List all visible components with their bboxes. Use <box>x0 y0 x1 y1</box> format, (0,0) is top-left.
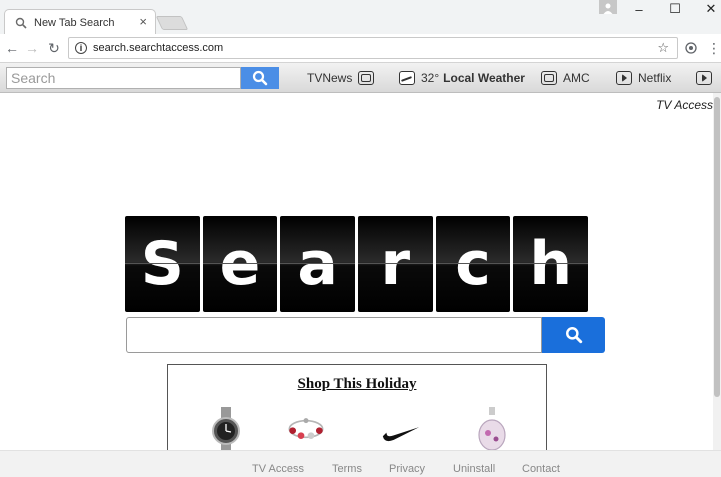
close-window-button[interactable]: ✕ <box>702 1 720 16</box>
bracelet-icon[interactable] <box>286 407 326 451</box>
footer-link-uninstall[interactable]: Uninstall <box>453 463 495 475</box>
bookmark-star-icon[interactable]: ☆ <box>657 40 669 56</box>
profile-icon[interactable] <box>599 0 617 14</box>
logo-tile: c <box>435 216 511 312</box>
menu-icon[interactable]: ⋮ <box>706 40 721 56</box>
back-icon[interactable]: ← <box>4 40 20 56</box>
new-tab-button[interactable] <box>155 16 189 30</box>
promo-title[interactable]: Shop This Holiday <box>168 376 546 393</box>
weather-icon <box>399 71 415 85</box>
browser-tab[interactable]: New Tab Search × <box>4 9 156 35</box>
logo-tile: S <box>125 216 200 312</box>
page-scrollbar[interactable] <box>713 93 721 450</box>
reload-icon[interactable]: ↻ <box>46 40 62 56</box>
brand-label: TV Access <box>656 98 713 112</box>
main-search-form <box>126 317 605 353</box>
watch-icon[interactable] <box>206 407 246 451</box>
footer-link-tv-access[interactable]: TV Access <box>252 463 304 475</box>
person-icon <box>603 3 613 14</box>
promo-box: Shop This Holiday <box>167 364 547 454</box>
tv-icon <box>541 71 557 85</box>
info-icon[interactable]: i <box>75 42 87 54</box>
weather-temp: 32° <box>421 71 440 85</box>
amc-link[interactable]: AMC <box>535 69 590 87</box>
scrollbar-thumb[interactable] <box>714 97 720 397</box>
tvnews-link[interactable]: TVNews <box>307 69 380 87</box>
tvnews-label: TVNews <box>307 71 353 85</box>
nike-logo-icon[interactable] <box>381 407 421 451</box>
minimize-button[interactable]: – <box>630 2 648 17</box>
netflix-link[interactable]: Netflix <box>610 69 671 87</box>
netflix-label: Netflix <box>638 71 672 85</box>
tv-icon <box>358 71 375 85</box>
local-weather-link[interactable]: 32° Local Weather <box>393 69 525 87</box>
browser-titlebar: New Tab Search × – ☐ ✕ <box>0 0 721 35</box>
logo-tile: a <box>280 216 356 312</box>
maximize-button[interactable]: ☐ <box>666 1 684 16</box>
forward-icon[interactable]: → <box>24 40 40 56</box>
amc-label: AMC <box>563 71 590 85</box>
toolbar-search-button[interactable] <box>241 67 279 89</box>
footer-link-contact[interactable]: Contact <box>522 463 560 475</box>
toolbar-search-input[interactable]: Search <box>6 67 241 89</box>
navigation-bar: ← → ↻ i search.searchtaccess.com ☆ ⋮ <box>0 34 721 63</box>
search-icon <box>15 17 27 29</box>
footer-link-terms[interactable]: Terms <box>332 463 362 475</box>
extension-icon[interactable] <box>683 40 699 56</box>
search-icon <box>252 70 268 86</box>
footer: TV Access Terms Privacy Uninstall Contac… <box>0 450 721 477</box>
url-text: search.searchtaccess.com <box>93 42 224 54</box>
more-video-link[interactable] <box>690 69 718 87</box>
extension-toolbar: Search TVNews 32° Local Weather AMC Netf… <box>0 63 721 93</box>
search-logo: S e a r c h <box>125 216 589 312</box>
perfume-icon[interactable] <box>472 407 512 451</box>
logo-tile: e <box>202 216 278 312</box>
search-icon <box>565 327 582 344</box>
main-search-button[interactable] <box>542 317 605 353</box>
main-search-input[interactable] <box>126 317 542 353</box>
logo-tile: r <box>358 216 433 312</box>
weather-label: Local Weather <box>443 71 525 85</box>
tab-title: New Tab Search <box>34 16 115 29</box>
footer-link-privacy[interactable]: Privacy <box>389 463 425 475</box>
logo-tile: h <box>513 216 589 312</box>
play-icon <box>696 71 712 85</box>
film-icon <box>616 71 632 85</box>
tab-close-button[interactable]: × <box>139 15 147 29</box>
address-bar[interactable]: i search.searchtaccess.com ☆ <box>68 37 678 59</box>
